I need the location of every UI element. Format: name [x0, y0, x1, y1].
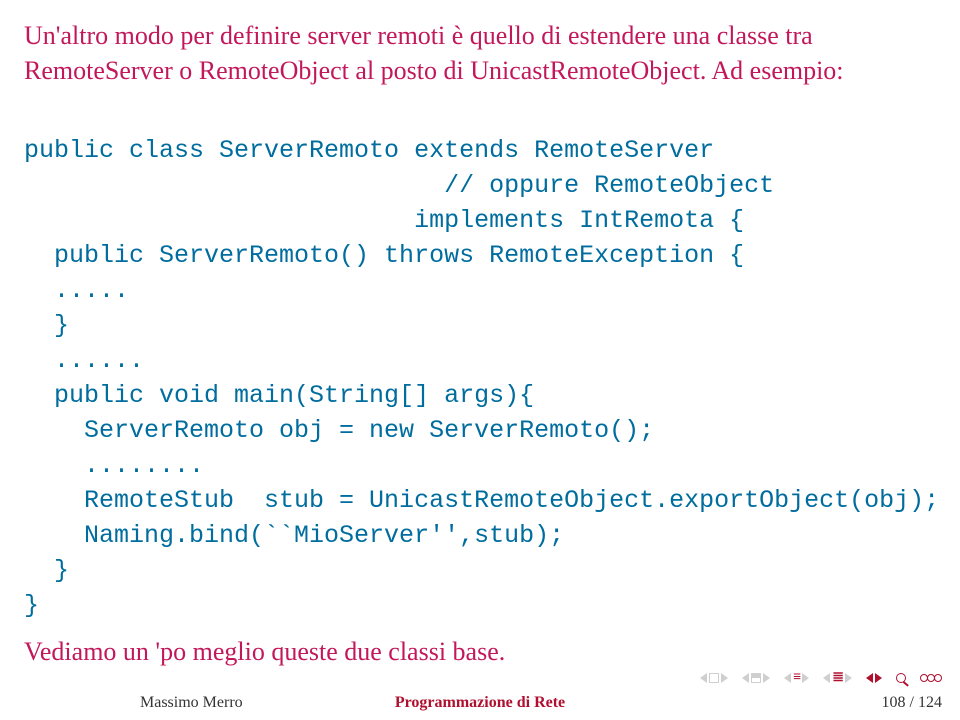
nav-back-forward[interactable] — [866, 673, 882, 683]
outro-text: Vediamo un 'po meglio queste due classi … — [24, 637, 936, 667]
doc-icon: ≣ — [832, 669, 843, 686]
code-line: ServerRemoto obj = new ServerRemoto(); — [24, 416, 654, 445]
code-line: public ServerRemoto() throws RemoteExcep… — [24, 241, 744, 270]
code-line: } — [24, 311, 69, 340]
beamer-nav: ≡ ≣ — [700, 669, 942, 686]
next-sec-icon — [802, 673, 809, 683]
footer-author: Massimo Merro — [140, 694, 243, 712]
section-icon: ≡ — [793, 670, 800, 686]
next-frame-icon — [721, 673, 728, 683]
code-line: implements IntRemota { — [24, 206, 744, 235]
nav-section[interactable]: ≡ — [784, 670, 809, 686]
search-icon[interactable] — [896, 673, 906, 683]
code-block: public class ServerRemoto extends Remote… — [24, 98, 936, 623]
next-sub-icon — [763, 673, 770, 683]
slide: Un'altro modo per definire server remoti… — [0, 0, 960, 720]
footer-pager: 108 / 124 — [882, 694, 942, 712]
footer: Massimo Merro Programmazione di Rete 108… — [0, 690, 960, 720]
code-line: Naming.bind(``MioServer'',stub); — [24, 521, 564, 550]
nav-circles-icon[interactable] — [920, 674, 942, 682]
prev-frame-icon — [700, 673, 707, 683]
code-line: } — [24, 556, 69, 585]
code-line: RemoteStub stub = UnicastRemoteObject.ex… — [24, 486, 939, 515]
back-icon — [866, 673, 873, 683]
nav-subsection[interactable] — [742, 673, 770, 683]
intro-text: Un'altro modo per definire server remoti… — [24, 18, 936, 88]
code-line: public void main(String[] args){ — [24, 381, 534, 410]
doc-start-icon — [823, 673, 830, 683]
code-line: ........ — [24, 451, 204, 480]
code-line: } — [24, 591, 39, 620]
code-line: ..... — [24, 276, 129, 305]
code-line: // oppure RemoteObject — [24, 171, 774, 200]
footer-title: Programmazione di Rete — [395, 694, 565, 712]
nav-doc[interactable]: ≣ — [823, 669, 852, 686]
prev-sec-icon — [784, 673, 791, 683]
code-line: ...... — [24, 346, 144, 375]
code-line: public class ServerRemoto extends Remote… — [24, 136, 714, 165]
doc-end-icon — [845, 673, 852, 683]
nav-frame[interactable] — [700, 673, 728, 683]
frame-icon — [709, 673, 719, 683]
forward-icon — [875, 673, 882, 683]
sub-icon — [751, 673, 761, 683]
prev-sub-icon — [742, 673, 749, 683]
